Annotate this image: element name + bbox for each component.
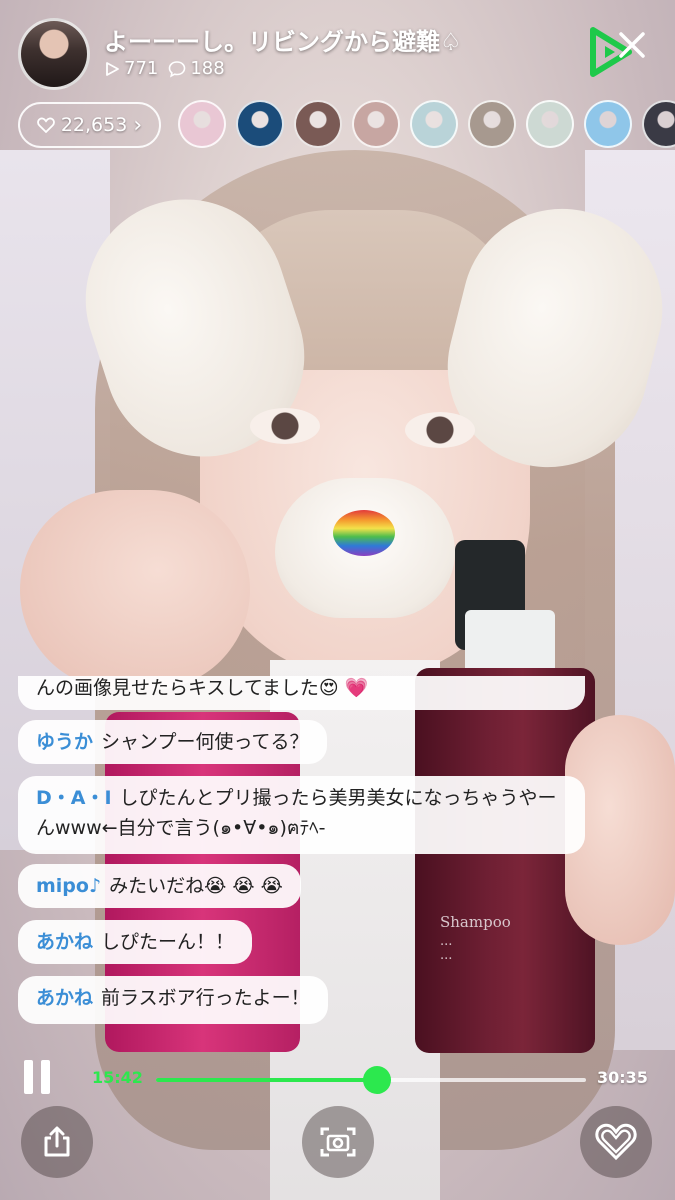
viewer-avatar[interactable] — [236, 100, 284, 148]
viewer-avatar[interactable] — [410, 100, 458, 148]
comment-item: あかね 前ラスボア行ったよー！ — [18, 976, 328, 1024]
chevron-right-icon: › — [133, 112, 143, 138]
pause-icon — [24, 1060, 33, 1094]
comment-author[interactable]: あかね — [36, 987, 93, 1009]
comment-count: 188 — [168, 58, 225, 79]
comment-item: D・A・I しぴたんとプリ撮ったら美男美女になっちゃうやーんwww←自分で言う(๑… — [18, 776, 585, 854]
view-count: 771 — [104, 58, 158, 79]
viewer-avatar[interactable] — [584, 100, 632, 148]
comment-item: んの画像見せたらキスしてました😍 💗 — [18, 676, 585, 710]
view-count-value: 771 — [124, 58, 159, 79]
viewer-avatar[interactable] — [526, 100, 574, 148]
viewer-avatar[interactable] — [294, 100, 342, 148]
viewer-avatar[interactable] — [642, 100, 675, 148]
broadcast-title: よーーーし。リビングから避難♤ — [104, 28, 462, 56]
share-icon — [44, 1126, 70, 1157]
pause-button[interactable] — [24, 1060, 52, 1094]
broadcaster-avatar[interactable] — [18, 18, 90, 90]
seek-bar-progress — [156, 1078, 378, 1082]
comment-feed: んの画像見せたらキスしてました😍 💗 ゆうか シャンプー何使ってる？ D・A・I し… — [18, 676, 618, 1034]
comment-author[interactable]: D・A・I — [36, 787, 112, 809]
camera-capture-icon — [320, 1127, 356, 1157]
viewer-avatar-list — [178, 100, 675, 148]
likes-count: 22,653 — [60, 114, 128, 136]
speech-bubble-icon — [169, 60, 186, 78]
total-time: 30:35 — [597, 1068, 648, 1087]
close-icon — [619, 32, 645, 58]
comment-text: シャンプー何使ってる？ — [101, 731, 309, 753]
seek-bar[interactable] — [156, 1066, 586, 1094]
pause-icon — [41, 1060, 50, 1094]
play-icon — [106, 61, 119, 76]
current-time: 15:42 — [92, 1068, 143, 1087]
comment-author[interactable]: あかね — [36, 931, 93, 953]
share-button[interactable] — [21, 1106, 93, 1178]
comment-item: ゆうか シャンプー何使ってる？ — [18, 720, 327, 764]
heart-outline-icon — [36, 117, 55, 133]
viewer-avatar[interactable] — [468, 100, 516, 148]
comment-text: みたいだね😭 😭 😭 — [109, 875, 283, 897]
hand-shape — [20, 490, 250, 690]
comment-count-value: 188 — [190, 58, 225, 79]
live-stream-screen: Shampoo ... ... よーーーし。リビングから避難♤ 771 188 — [0, 0, 675, 1200]
likes-button[interactable]: 22,653 › — [18, 102, 161, 148]
comment-text: しぴたーん！！ — [101, 931, 235, 953]
comment-author[interactable]: ゆうか — [36, 731, 93, 753]
eye-shape — [405, 412, 475, 448]
close-button[interactable] — [590, 18, 661, 77]
rainbow-nose-filter — [333, 510, 395, 556]
comment-item: あかね しぴたーん！！ — [18, 920, 253, 964]
heart-button[interactable] — [580, 1106, 652, 1178]
viewer-avatar[interactable] — [178, 100, 226, 148]
broadcast-stats: 771 188 — [104, 58, 225, 79]
heart-icon — [595, 1123, 637, 1161]
comment-item: mipo♪ みたいだね😭 😭 😭 — [18, 864, 301, 908]
viewer-avatar[interactable] — [352, 100, 400, 148]
comment-text: 前ラスボア行ったよー！ — [101, 987, 310, 1009]
comment-text: しぴたんとプリ撮ったら美男美女になっちゃうやーんwww←自分で言う(๑•∀•๑)… — [36, 787, 557, 839]
comment-author[interactable]: mipo♪ — [36, 875, 101, 897]
comment-text: んの画像見せたらキスしてました😍 💗 — [36, 677, 369, 699]
capture-button[interactable] — [302, 1106, 374, 1178]
eye-shape — [250, 408, 320, 444]
seek-bar-handle[interactable] — [363, 1066, 392, 1094]
